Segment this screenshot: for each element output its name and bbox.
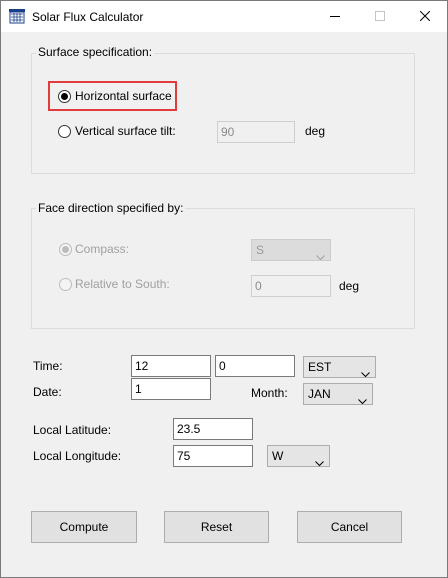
date-label: Date: [33,385,62,399]
chevron-down-icon [316,247,325,261]
relative-south-field[interactable]: 0 [251,275,331,297]
face-direction-group [31,208,415,329]
surface-group-legend: Surface specification: [36,45,155,59]
relative-unit-label: deg [339,279,360,293]
face-direction-legend: Face direction specified by: [36,201,186,215]
tilt-unit-label: deg [305,124,326,138]
close-button[interactable] [402,1,447,32]
longitude-field[interactable]: 75 [173,445,253,467]
longitude-label: Local Longitude: [33,449,122,463]
surface-group [31,53,415,174]
minimize-button[interactable] [312,1,357,32]
vertical-surface-radio[interactable] [58,125,71,138]
relative-south-radio[interactable] [59,278,72,291]
time-zone-value: EST [308,360,332,374]
hour-field[interactable]: 12 [131,355,211,377]
compass-label[interactable]: Compass: [75,242,129,256]
app-window: Solar Flux Calculator Surface specificat… [0,0,448,578]
chevron-down-icon [361,364,370,378]
latitude-field[interactable]: 23.5 [173,418,253,440]
month-select[interactable]: JAN [303,383,373,405]
horizontal-surface-label[interactable]: Horizontal surface [75,89,172,103]
tilt-field[interactable]: 90 [217,121,295,143]
chevron-down-icon [358,391,367,405]
window-title: Solar Flux Calculator [32,10,144,24]
horizontal-surface-radio[interactable] [58,90,71,103]
compass-value: S [256,243,265,257]
vertical-surface-label[interactable]: Vertical surface tilt: [75,124,176,138]
minute-field[interactable]: 0 [215,355,295,377]
title-bar: Solar Flux Calculator [1,1,447,32]
day-field[interactable]: 1 [131,378,211,400]
longitude-direction-select[interactable]: W [267,445,330,467]
solar-panel-icon [9,9,25,25]
latitude-label: Local Latitude: [33,423,112,437]
relative-south-label[interactable]: Relative to South: [75,277,170,291]
longitude-direction-value: W [272,449,284,463]
chevron-down-icon [315,453,324,467]
minimize-icon [329,10,340,24]
time-zone-select[interactable]: EST [303,356,376,378]
time-label: Time: [33,359,63,373]
month-value: JAN [308,387,331,401]
compute-button[interactable]: Compute [31,511,137,543]
compass-radio[interactable] [59,243,72,256]
maximize-button[interactable] [357,1,402,32]
compass-select[interactable]: S [251,239,331,261]
maximize-icon [374,10,385,24]
month-label: Month: [251,386,288,400]
close-icon [419,10,430,24]
cancel-button[interactable]: Cancel [297,511,402,543]
reset-button[interactable]: Reset [164,511,269,543]
